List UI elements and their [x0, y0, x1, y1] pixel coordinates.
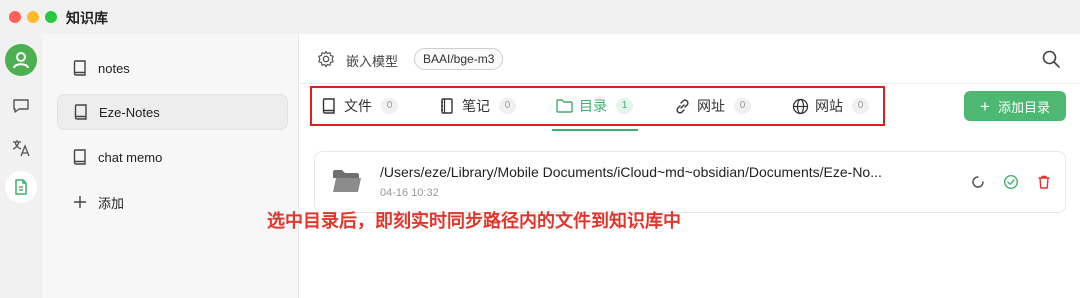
- add-label: 添加: [98, 195, 125, 211]
- book-icon: [73, 104, 89, 120]
- add-directory-label: 添加目录: [997, 99, 1050, 115]
- chat-icon: [13, 99, 29, 113]
- tab-label: 文件: [344, 98, 372, 114]
- tab-files[interactable]: 文件 0: [320, 88, 398, 124]
- search-icon[interactable]: [1041, 49, 1061, 69]
- tab-count-badge: 0: [734, 98, 751, 114]
- avatar[interactable]: [5, 44, 37, 76]
- zoom-window-button[interactable]: [45, 11, 57, 23]
- knowledge-base-main: 嵌入模型 BAAI/bge-m3 文件 0 笔记 0 目录 1 网址 0 网站 …: [300, 34, 1080, 298]
- tab-count-badge: 0: [852, 98, 869, 114]
- kb-item-label: Eze-Notes: [99, 104, 160, 120]
- delete-icon[interactable]: [1036, 174, 1052, 190]
- user-icon: [13, 52, 29, 69]
- directory-item[interactable]: /Users/eze/Library/Mobile Documents/iClo…: [314, 151, 1066, 213]
- folder-icon: [333, 170, 361, 192]
- tab-directories[interactable]: 目录 1: [555, 88, 633, 124]
- knowledge-base-sidebar: notes Eze-Notes chat memo 添加: [42, 34, 299, 298]
- tab-label: 网址: [697, 98, 725, 114]
- refresh-icon[interactable]: [970, 174, 986, 190]
- check-circle-icon[interactable]: [1003, 174, 1019, 190]
- gear-icon[interactable]: [317, 50, 335, 68]
- chat-nav-button[interactable]: [5, 90, 37, 122]
- link-icon: [673, 97, 691, 115]
- annotation-text: 选中目录后，即刻实时同步路径内的文件到知识库中: [267, 211, 681, 231]
- add-directory-button[interactable]: + 添加目录: [964, 91, 1066, 121]
- directory-path: /Users/eze/Library/Mobile Documents/iClo…: [380, 164, 882, 180]
- translate-nav-button[interactable]: [5, 132, 37, 164]
- tab-urls[interactable]: 网址 0: [673, 88, 751, 124]
- embedding-model-label: 嵌入模型: [346, 54, 399, 69]
- minimize-window-button[interactable]: [27, 11, 39, 23]
- kb-item-eze-notes[interactable]: Eze-Notes: [57, 94, 288, 130]
- add-knowledge-base-button[interactable]: 添加: [57, 184, 288, 220]
- kb-item-label: notes: [98, 60, 130, 76]
- book-icon: [72, 149, 88, 165]
- kb-item-label: chat memo: [98, 149, 163, 165]
- close-window-button[interactable]: [9, 11, 21, 23]
- plus-icon: +: [980, 96, 990, 116]
- embedding-model-badge: BAAI/bge-m3: [414, 48, 504, 70]
- file-icon: [320, 97, 338, 115]
- knowledge-base-nav-button[interactable]: [5, 171, 37, 203]
- title-bar: 知识库: [0, 0, 1080, 34]
- window-title: 知识库: [66, 10, 108, 26]
- icon-rail: [0, 34, 42, 298]
- tab-label: 笔记: [462, 98, 490, 114]
- book-icon: [72, 60, 88, 76]
- directory-timestamp: 04-16 10:32: [380, 187, 439, 199]
- tab-websites[interactable]: 网站 0: [791, 88, 869, 124]
- tab-count-badge: 0: [499, 98, 516, 114]
- knowledge-base-icon: [15, 179, 27, 195]
- tab-label: 网站: [815, 98, 843, 114]
- plus-icon: [72, 194, 88, 210]
- translate-icon: [12, 140, 30, 157]
- embedding-model-bar: 嵌入模型 BAAI/bge-m3: [300, 34, 1080, 84]
- tab-count-badge: 1: [616, 98, 633, 114]
- tab-label: 目录: [579, 98, 607, 114]
- folder-icon: [555, 97, 573, 115]
- kb-item-chat-memo[interactable]: chat memo: [57, 139, 288, 175]
- content-type-tabs: 文件 0 笔记 0 目录 1 网址 0 网站 0: [310, 86, 885, 131]
- tab-count-badge: 0: [381, 98, 398, 114]
- active-tab-indicator: [552, 129, 638, 131]
- kb-item-notes[interactable]: notes: [57, 50, 288, 86]
- notebook-icon: [438, 97, 456, 115]
- globe-icon: [791, 97, 809, 115]
- tab-notes[interactable]: 笔记 0: [438, 88, 516, 124]
